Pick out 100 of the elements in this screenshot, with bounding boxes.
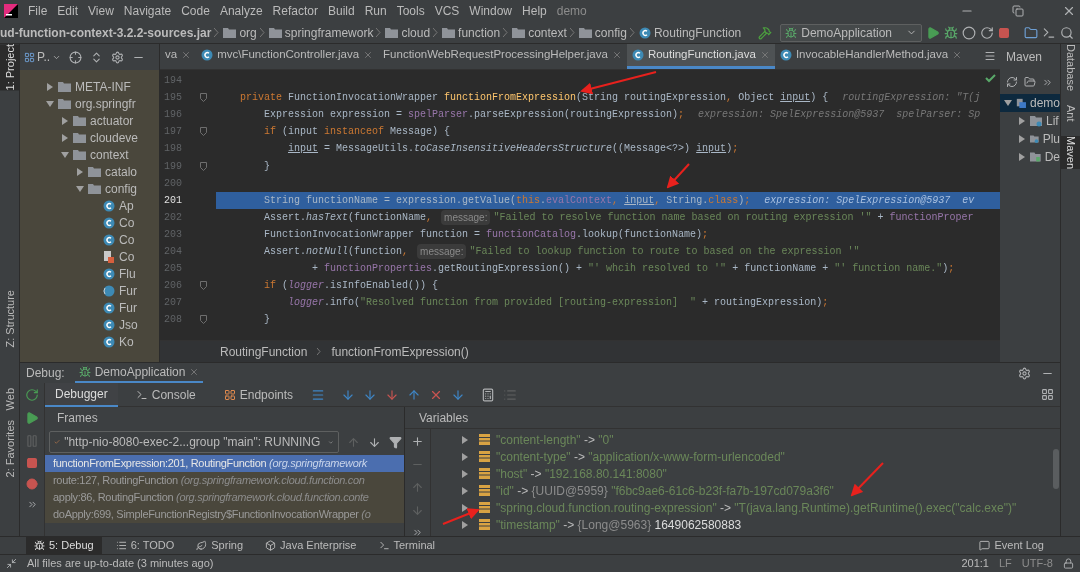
breadcrumb-item[interactable]: springframework bbox=[284, 23, 374, 42]
breadcrumb-item[interactable]: RoutingFunction bbox=[220, 342, 308, 361]
tool-window-button[interactable]: Terminal bbox=[370, 536, 444, 555]
tree-item[interactable]: Co bbox=[119, 230, 135, 249]
line-number: 208 bbox=[163, 313, 183, 328]
breadcrumb-item[interactable]: cloud bbox=[401, 23, 431, 42]
menu-item[interactable]: File bbox=[28, 2, 48, 20]
line-number: 201 bbox=[163, 193, 183, 208]
debugger-tab[interactable]: Console bbox=[125, 382, 206, 407]
menu-item[interactable]: Navigate bbox=[123, 2, 172, 20]
tool-window-tab[interactable]: 2: Favorites bbox=[0, 420, 19, 478]
breadcrumb-item[interactable]: functionFromExpression() bbox=[331, 342, 469, 361]
variable-entry[interactable]: "host" -> "192.168.80.141:8080" bbox=[496, 464, 667, 483]
session-tab[interactable]: DemoApplication bbox=[74, 363, 204, 383]
code-line: Assert.notNull(function, message: "Failed to lookup function to route to based on the expression '" bbox=[216, 242, 1000, 261]
editor-tab[interactable]: va bbox=[160, 44, 197, 69]
line-number: 202 bbox=[163, 210, 183, 225]
menu-item[interactable]: Tools bbox=[396, 2, 425, 20]
file-encoding[interactable]: UTF-8 bbox=[1021, 555, 1053, 572]
editor-tab[interactable]: RoutingFunction.java bbox=[626, 44, 775, 69]
line-number: 205 bbox=[163, 262, 183, 277]
tree-item[interactable]: catalo bbox=[105, 162, 138, 181]
project-name: demo bbox=[556, 3, 587, 20]
line-number: 198 bbox=[163, 142, 183, 157]
editor-tab[interactable]: mvc\FunctionController.java bbox=[196, 44, 379, 69]
line-number: 206 bbox=[163, 279, 183, 294]
code-line: Expression expression = spelParser.parseExpression(routingExpression); expression: SpelExpression@5937 spelParser: Sp bbox=[263, 108, 982, 123]
editor-tab[interactable]: FunctionWebRequestProcessingHelper.java bbox=[378, 44, 627, 69]
tool-window-tab[interactable]: Maven bbox=[1060, 135, 1080, 169]
menu-item[interactable]: Code bbox=[181, 2, 210, 20]
menu-item[interactable]: Edit bbox=[57, 2, 79, 20]
tree-item[interactable]: Plu bbox=[1042, 130, 1060, 148]
variable-entry[interactable]: "spring.cloud.function.routing-expression" -> "T(java.lang.Runtime).getRuntime().exec("calc.exe")" bbox=[496, 498, 1017, 517]
tree-item[interactable]: Co bbox=[119, 213, 135, 232]
tree-item[interactable]: config bbox=[105, 179, 138, 198]
tool-window-button[interactable]: 6: TODO bbox=[107, 536, 183, 555]
menu-item[interactable]: Refactor bbox=[272, 2, 318, 20]
tool-window-tab[interactable]: 1: Project bbox=[0, 44, 19, 91]
tool-window-tab[interactable]: Database bbox=[1060, 44, 1080, 92]
tree-item[interactable]: Ap bbox=[119, 196, 134, 215]
menu-item[interactable]: Analyze bbox=[219, 2, 263, 20]
breadcrumb-item[interactable]: context bbox=[528, 23, 567, 42]
stack-frame[interactable]: route:127, RoutingFunction (org.springframework.cloud.function.con bbox=[45, 472, 404, 489]
tree-item[interactable]: Ko bbox=[119, 332, 134, 351]
pane-title: Frames bbox=[57, 410, 98, 427]
cursor-position[interactable]: 201:1 bbox=[961, 555, 989, 572]
tree-item[interactable]: actuator bbox=[90, 111, 134, 130]
breadcrumb-item[interactable]: config bbox=[594, 23, 627, 42]
tree-item[interactable]: Jso bbox=[119, 315, 138, 334]
tree-item[interactable]: META-INF bbox=[75, 77, 131, 96]
breadcrumb-item[interactable]: org bbox=[239, 23, 257, 42]
menu-item[interactable]: Build bbox=[327, 2, 355, 20]
tool-window-button[interactable]: Java Enterprise bbox=[257, 536, 365, 555]
tool-window-tab[interactable]: Ant bbox=[1060, 105, 1080, 122]
run-configuration-dropdown[interactable]: DemoApplication bbox=[780, 23, 922, 42]
code-line: } bbox=[263, 159, 271, 174]
tool-window-tab[interactable]: Web bbox=[0, 387, 19, 411]
line-number: 197 bbox=[163, 125, 183, 140]
event-log-button[interactable]: Event Log bbox=[979, 537, 1054, 554]
debugger-tab[interactable]: Endpoints bbox=[213, 382, 304, 407]
tree-item[interactable]: Flu bbox=[119, 264, 136, 283]
tree-item[interactable]: org.springfr bbox=[75, 94, 136, 113]
menu-item[interactable]: Window bbox=[469, 2, 513, 20]
tool-window-tab[interactable]: Z: Structure bbox=[0, 290, 19, 348]
tree-item[interactable]: De bbox=[1044, 148, 1060, 166]
variable-entry[interactable]: "id" -> {UUID@5959} "f6bc9ae6-61c6-b23f-fa7b-197cd079a3f6" bbox=[496, 481, 834, 500]
code-line: if (logger.isInfoEnabled()) { bbox=[263, 279, 440, 294]
tree-item[interactable]: Lif bbox=[1046, 112, 1059, 130]
tree-item[interactable]: context bbox=[90, 145, 129, 164]
pane-title: Variables bbox=[419, 409, 469, 427]
tree-item[interactable]: Co bbox=[119, 247, 135, 266]
menu-item[interactable]: View bbox=[88, 2, 114, 20]
editor-tab[interactable]: InvocableHandlerMethod.java bbox=[774, 44, 968, 69]
menu-item[interactable]: Help bbox=[522, 2, 547, 20]
tool-window-button[interactable]: Spring bbox=[188, 536, 252, 555]
variable-entry[interactable]: "timestamp" -> {Long@5963} 1649062580883 bbox=[496, 515, 742, 534]
line-separator[interactable]: LF bbox=[999, 555, 1012, 572]
tree-item[interactable]: cloudeve bbox=[90, 128, 139, 147]
line-number: 203 bbox=[163, 227, 183, 242]
line-number: 194 bbox=[163, 74, 183, 89]
breadcrumb-item[interactable]: RoutingFunction bbox=[653, 23, 742, 42]
tool-window-button[interactable]: 5: Debug bbox=[26, 536, 102, 555]
tree-item[interactable]: Fur bbox=[119, 298, 137, 317]
stack-frame[interactable]: doApply:699, SimpleFunctionRegistry$FunctionInvocationWrapper (o bbox=[45, 506, 404, 523]
tree-item[interactable]: Fur bbox=[119, 281, 137, 300]
line-number: 199 bbox=[163, 159, 183, 174]
code-line: FunctionInvocationWrapper function = functionCatalog.lookup(functionName); bbox=[263, 227, 710, 242]
stack-frame[interactable]: functionFromExpression:201, RoutingFunction (org.springframework bbox=[45, 455, 404, 472]
project-view-dropdown[interactable]: P.. bbox=[24, 48, 62, 66]
variable-entry[interactable]: "content-length" -> "0" bbox=[496, 430, 614, 449]
menu-item[interactable]: VCS bbox=[434, 2, 460, 20]
stack-frame[interactable]: apply:86, RoutingFunction (org.springframework.cloud.function.conte bbox=[45, 489, 404, 506]
line-number: 196 bbox=[163, 108, 183, 123]
breadcrumb-item[interactable]: function bbox=[458, 23, 501, 42]
code-line: if (input instanceof Message) { bbox=[263, 125, 452, 140]
variable-entry[interactable]: "content-type" -> "application/x-www-form-urlencoded" bbox=[496, 447, 785, 466]
menu-item[interactable]: Run bbox=[364, 2, 387, 20]
breadcrumb-item[interactable]: ud-function-context-3.2.2-sources.jar bbox=[0, 23, 212, 42]
thread-dropdown[interactable]: "http-nio-8080-exec-2...group "main": RUNNING bbox=[49, 431, 339, 453]
debugger-tab[interactable]: Debugger bbox=[45, 382, 118, 407]
